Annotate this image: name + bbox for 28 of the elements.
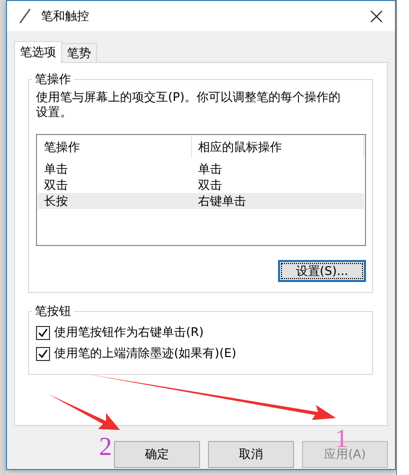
checkmark-icon: [38, 328, 48, 338]
list-cell-text: 双击: [43, 177, 69, 194]
list-cell-text: 单击: [197, 161, 223, 178]
list-row[interactable]: 双击 双击: [38, 177, 364, 193]
tab[interactable]: 笔势: [61, 43, 97, 63]
checkbox[interactable]: [36, 346, 50, 360]
column-header[interactable]: 笔操作: [38, 136, 192, 158]
checkbox-label: 使用笔的上端清除墨迹(如果有)(E): [54, 345, 236, 362]
group-title: 笔操作: [34, 71, 72, 88]
dialog-button[interactable]: 确定: [114, 441, 200, 468]
group-title: 笔按钮: [34, 303, 72, 320]
checkmark-icon: [38, 348, 48, 358]
tab[interactable]: 笔选项: [14, 41, 62, 63]
column-header[interactable]: 相应的鼠标操作: [192, 136, 364, 158]
dialog-button[interactable]: 取消: [208, 441, 294, 468]
settings-button[interactable]: 设置(S)...: [278, 260, 366, 282]
annotation-number: 2: [99, 434, 112, 460]
description-text: 使用笔与屏幕上的项交互(P)。你可以调整笔的每个操作的设置。: [36, 90, 342, 120]
pen-icon: [19, 8, 31, 24]
window-title: 笔和触控: [41, 8, 90, 24]
list-cell-text: 双击: [197, 177, 223, 194]
list-row[interactable]: 长按 右键单击: [38, 193, 364, 209]
checkbox-label: 使用笔按钮作为右键单击(R): [54, 324, 204, 341]
list-cell-text: 单击: [43, 161, 69, 178]
list-cell-text: 长按: [43, 193, 69, 210]
list-cell-text: 右键单击: [197, 193, 247, 210]
list-row[interactable]: 单击 单击: [38, 161, 364, 177]
checkbox[interactable]: [36, 326, 50, 340]
